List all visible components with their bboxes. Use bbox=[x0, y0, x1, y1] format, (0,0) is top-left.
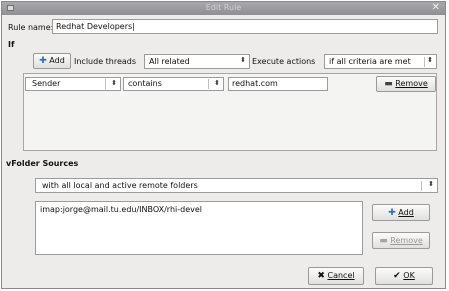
include-threads-value: All related bbox=[149, 57, 190, 66]
criterion-operator-value: contains bbox=[128, 79, 162, 88]
ok-button[interactable]: ✔ OK bbox=[375, 267, 433, 285]
rule-name-label: Rule name: bbox=[8, 23, 54, 32]
check-icon: ✔ bbox=[393, 271, 401, 281]
window-title: Edit Rule bbox=[205, 3, 242, 12]
include-threads-label: Include threads bbox=[74, 57, 137, 66]
combo-separator bbox=[105, 79, 106, 89]
plus-icon: ✚ bbox=[39, 56, 47, 66]
execute-actions-combo[interactable]: if all criteria are met ⬍ bbox=[324, 54, 437, 69]
add-criterion-button[interactable]: ✚ Add bbox=[33, 53, 71, 69]
sources-scope-combo[interactable]: with all local and active remote folders… bbox=[35, 178, 438, 193]
updown-arrow-icon: ⬍ bbox=[111, 79, 117, 87]
rule-name-value: Redhat Developers bbox=[56, 22, 133, 31]
cancel-button[interactable]: ✖ Cancel bbox=[308, 267, 364, 285]
minus-icon: ▬ bbox=[379, 236, 388, 246]
criterion-value-input[interactable]: redhat.com bbox=[228, 77, 328, 91]
plus-icon: ✚ bbox=[388, 208, 396, 218]
source-folders-list[interactable]: imap:jorge@mail.tu.edu/INBOX/rhi-devel bbox=[35, 201, 363, 255]
criterion-field-combo[interactable]: Sender ⬍ bbox=[25, 77, 121, 91]
criterion-operator-combo[interactable]: contains ⬍ bbox=[123, 77, 224, 91]
updown-arrow-icon: ⬍ bbox=[240, 56, 246, 64]
criterion-field-value: Sender bbox=[32, 79, 61, 88]
cancel-label: Cancel bbox=[327, 271, 355, 280]
source-folder-item[interactable]: imap:jorge@mail.tu.edu/INBOX/rhi-devel bbox=[40, 205, 358, 214]
x-icon: ✖ bbox=[317, 271, 325, 281]
add-source-label: Add bbox=[398, 208, 414, 217]
add-criterion-label: Add bbox=[49, 56, 65, 65]
sources-scope-value: with all local and active remote folders bbox=[42, 181, 198, 190]
combo-separator bbox=[208, 79, 209, 89]
edit-rule-dialog: Edit Rule ✕ Rule name: Redhat Developers… bbox=[1, 1, 446, 289]
execute-actions-value: if all criteria are met bbox=[329, 57, 411, 66]
remove-source-button[interactable]: ▬ Remove bbox=[372, 232, 430, 249]
minus-icon: ▬ bbox=[384, 79, 393, 89]
ok-label: OK bbox=[403, 271, 415, 280]
vfolder-sources-heading: vFolder Sources bbox=[6, 159, 79, 168]
updown-arrow-icon: ⬍ bbox=[428, 180, 434, 188]
remove-source-label: Remove bbox=[390, 236, 423, 245]
include-threads-combo[interactable]: All related ⬍ bbox=[144, 54, 250, 69]
updown-arrow-icon: ⬍ bbox=[214, 79, 220, 87]
if-heading: If bbox=[8, 40, 15, 49]
rule-name-input[interactable]: Redhat Developers| bbox=[52, 19, 438, 34]
execute-actions-label: Execute actions bbox=[252, 57, 316, 66]
remove-criterion-button[interactable]: ▬ Remove bbox=[376, 76, 436, 92]
title-bar: Edit Rule ✕ bbox=[2, 2, 445, 15]
combo-separator bbox=[424, 57, 425, 67]
add-source-button[interactable]: ✚ Add bbox=[372, 204, 430, 221]
remove-criterion-label: Remove bbox=[395, 79, 428, 88]
updown-arrow-icon: ⬍ bbox=[427, 56, 433, 64]
combo-separator bbox=[421, 181, 422, 191]
close-icon[interactable]: ✕ bbox=[432, 2, 440, 13]
